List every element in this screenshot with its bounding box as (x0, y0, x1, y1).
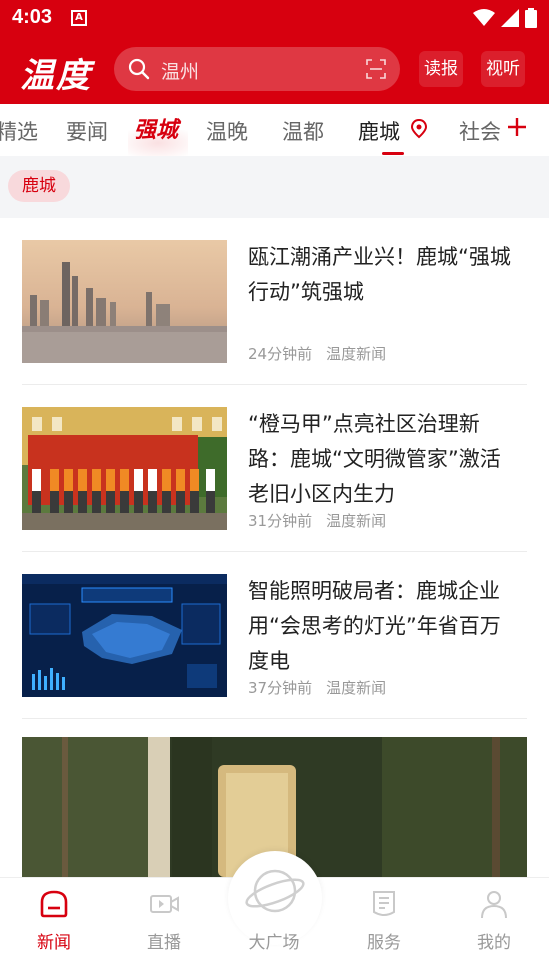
news-thumbnail (22, 574, 227, 697)
search-icon (128, 58, 150, 80)
sub-channel-bar: 鹿城 (0, 156, 549, 218)
scan-icon[interactable] (366, 59, 386, 79)
news-source: 温度新闻 (326, 512, 387, 530)
news-icon (40, 890, 68, 918)
news-time: 24分钟前 (248, 345, 313, 363)
news-title: 瓯江潮涌产业兴！鹿城“强城行动”筑强城 (248, 245, 511, 304)
nav-live-label: 直播 (147, 933, 181, 953)
divider (22, 718, 527, 719)
news-item[interactable]: 智能照明破局者：鹿城企业用“会思考的灯光”年省百万度电 37分钟前 温度新闻 (22, 574, 527, 697)
channel-tabs: 精选 要闻 强城 温晚 温都 鹿城 社会 (0, 104, 549, 156)
wifi-icon (473, 9, 495, 26)
nav-service[interactable]: 服务 (344, 878, 424, 977)
tab-wendu[interactable]: 温都 (282, 116, 324, 146)
nav-profile[interactable]: 我的 (454, 878, 534, 977)
news-time: 31分钟前 (248, 512, 313, 530)
news-meta: 37分钟前 温度新闻 (248, 677, 400, 698)
nav-news-label: 新闻 (37, 933, 71, 953)
tab-lucheng[interactable]: 鹿城 (358, 116, 400, 146)
tab-shehui[interactable]: 社会 (459, 116, 501, 146)
tab-yaowen[interactable]: 要闻 (66, 116, 108, 146)
read-paper-button[interactable]: 读报 (419, 51, 463, 87)
service-icon (373, 891, 395, 916)
active-tab-indicator (382, 152, 404, 155)
search-input[interactable]: 温州 (161, 57, 199, 84)
news-source: 温度新闻 (326, 345, 387, 363)
app-header: 温度 温州 读报 视听 (0, 36, 549, 104)
audio-video-button[interactable]: 视听 (481, 51, 525, 87)
planet-icon[interactable] (244, 862, 306, 920)
news-item[interactable]: 瓯江潮涌产业兴！鹿城“强城行动”筑强城 24分钟前 温度新闻 (22, 240, 527, 363)
tab-jingxuan[interactable]: 精选 (0, 116, 38, 146)
news-meta: 24分钟前 温度新闻 (248, 343, 400, 364)
news-title: 智能照明破局者：鹿城企业用“会思考的灯光”年省百万度电 (248, 579, 501, 673)
news-thumbnail (22, 240, 227, 363)
news-item[interactable]: “橙马甲”点亮社区治理新路：鹿城“文明微管家”激活老旧小区内生力 31分钟前 温度… (22, 407, 527, 530)
divider (22, 551, 527, 552)
news-thumbnail (22, 407, 227, 530)
nav-news[interactable]: 新闻 (14, 878, 94, 977)
nav-square-label[interactable]: 大广场 (234, 928, 314, 953)
status-time: 4:03 (12, 6, 53, 28)
location-pin-icon (410, 119, 428, 139)
app-logo: 温度 (20, 56, 92, 96)
nav-live[interactable]: 直播 (124, 878, 204, 977)
battery-icon (525, 8, 537, 28)
live-icon (150, 895, 179, 913)
signal-icon (501, 9, 519, 27)
news-meta: 31分钟前 温度新闻 (248, 510, 400, 531)
search-bar[interactable]: 温州 (114, 47, 400, 91)
tab-qiangcheng[interactable]: 强城 (134, 112, 178, 144)
sub-channel-chip[interactable]: 鹿城 (8, 170, 70, 202)
divider (22, 384, 527, 385)
profile-icon (481, 891, 507, 919)
status-bar: 4:03 A (0, 0, 549, 36)
news-time: 37分钟前 (248, 679, 313, 697)
add-channel-icon[interactable] (506, 116, 528, 138)
nav-profile-label: 我的 (477, 933, 511, 953)
news-source: 温度新闻 (326, 679, 387, 697)
nav-service-label: 服务 (367, 933, 401, 953)
notification-a-icon: A (71, 10, 87, 26)
tab-wenwan[interactable]: 温晚 (206, 116, 248, 146)
news-title: “橙马甲”点亮社区治理新路：鹿城“文明微管家”激活老旧小区内生力 (248, 412, 501, 506)
